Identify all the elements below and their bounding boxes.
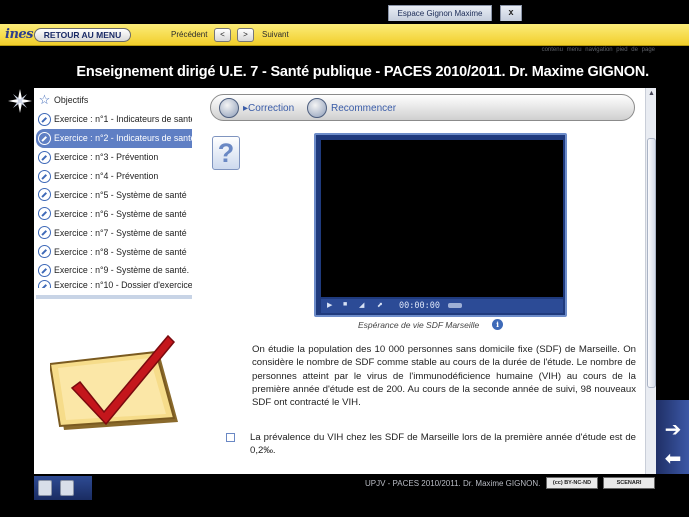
home-icon[interactable] <box>38 480 52 496</box>
correction-button[interactable]: ▸Correction <box>243 103 294 114</box>
outline-item-label: Exercice : n°5 - Système de santé <box>54 189 187 200</box>
answer-checkbox[interactable] <box>226 433 235 442</box>
close-tab-button[interactable]: x <box>500 5 522 21</box>
compass-icon <box>38 207 51 221</box>
outline-item-exercise-8[interactable]: Exercice : n°8 - Système de santé <box>36 242 192 261</box>
skip-links[interactable]: contenu menu navigation pied de page <box>542 47 655 53</box>
outline-item-label: Exercice : n°8 - Système de santé <box>54 246 187 257</box>
player-time: 00:00:00 <box>399 301 440 311</box>
star-icon: ☆ <box>38 91 51 107</box>
outline-item-exercise-2[interactable]: Exercice : n°2 - Indicateurs de santé <box>36 128 192 148</box>
outline-item-exercise-7[interactable]: Exercice : n°7 - Système de santé <box>36 223 192 242</box>
info-icon[interactable]: i <box>492 319 503 330</box>
compass-icon <box>38 245 51 259</box>
outline-item-exercise-1[interactable]: Exercice : n°1 - Indicateurs de santé <box>36 110 192 129</box>
scroll-up-icon[interactable]: ▲ <box>647 89 656 98</box>
volume-slider[interactable] <box>448 303 462 308</box>
outline-item-exercise-6[interactable]: Exercice : n°6 - Système de santé <box>36 204 192 223</box>
fullscreen-icon[interactable]: ⬈ <box>377 301 383 309</box>
exercise-statement: On étudie la population des 10 000 perso… <box>252 344 636 409</box>
outline-item-label: Exercice : n°3 - Prévention <box>54 152 159 163</box>
outline-item-label: Exercice : n°4 - Prévention <box>54 171 159 181</box>
outline-item-exercise-10[interactable]: Exercice : n°10 - Dossier d'exercice <box>36 279 192 288</box>
restart-icon[interactable] <box>307 98 327 118</box>
print-icon[interactable] <box>60 480 74 496</box>
compass-rose-icon <box>8 89 32 113</box>
scroll-thumb[interactable] <box>647 138 656 388</box>
outline-item-exercise-3[interactable]: Exercice : n°3 - Prévention <box>36 148 192 167</box>
back-to-menu-button[interactable]: RETOUR AU MENU <box>34 28 131 42</box>
outline-item-label: Exercice : n°9 - Système de santé. <box>54 265 190 276</box>
correction-label: Correction <box>248 103 295 114</box>
outline-item-objectifs[interactable]: ☆ Objectifs <box>36 91 192 110</box>
exercise-outline: ☆ Objectifs Exercice : n°1 - Indicateurs… <box>36 91 192 299</box>
outline-item-exercise-4[interactable]: Exercice : n°4 - Prévention <box>36 167 192 186</box>
volume-icon[interactable]: ◢ <box>359 301 364 309</box>
compass-icon <box>38 150 51 164</box>
outline-item-label: Exercice : n°6 - Système de santé <box>54 208 187 219</box>
outline-item-exercise-5[interactable]: Exercice : n°5 - Système de santé <box>36 185 192 204</box>
exercise-toolbar: ▸Correction Recommencer <box>210 94 635 121</box>
next-arrow-icon[interactable]: > <box>237 28 254 42</box>
next-label[interactable]: Suivant <box>262 30 289 39</box>
previous-page-arrow-icon[interactable]: ⬅ <box>657 448 689 472</box>
video-caption: Espérance de vie SDF Marseille <box>358 320 480 330</box>
checkmark-illustration <box>50 334 178 430</box>
page-title: Enseignement dirigé U.E. 7 - Santé publi… <box>76 64 649 80</box>
video-screen[interactable] <box>321 140 563 297</box>
scenari-badge[interactable]: SCENARI <box>603 477 655 489</box>
window-tab[interactable]: Espace Gignon Maxime <box>388 5 492 21</box>
correction-icon[interactable] <box>219 98 239 118</box>
stop-icon[interactable]: ■ <box>343 301 347 308</box>
question-mark-icon: ? <box>212 136 240 170</box>
outline-item-label: Exercice : n°10 - Dossier d'exercice <box>54 279 192 288</box>
answer-option[interactable]: La prévalence du VIH chez les SDF de Mar… <box>250 431 636 458</box>
compass-icon <box>38 263 51 277</box>
compass-icon <box>38 279 51 288</box>
compass-icon <box>38 131 51 145</box>
outline-item-label: Exercice : n°1 - Indicateurs de santé <box>54 114 192 125</box>
compass-icon <box>38 188 51 202</box>
outline-item-label: Objectifs <box>54 95 89 106</box>
player-controls: ▶ ■ ◢ ⬈ 00:00:00 <box>321 299 563 313</box>
top-navbar: ines RETOUR AU MENU Précédent < > Suivan… <box>0 24 689 46</box>
restart-button[interactable]: Recommencer <box>331 103 396 114</box>
compass-icon <box>38 226 51 240</box>
outline-item-exercise-9[interactable]: Exercice : n°9 - Système de santé. <box>36 261 192 280</box>
play-icon[interactable]: ▶ <box>327 301 332 309</box>
content-scrollbar[interactable]: ▲ <box>645 88 656 474</box>
compass-icon <box>38 169 51 183</box>
next-page-arrow-icon[interactable]: ➔ <box>657 419 689 443</box>
ines-logo: ines <box>5 27 33 42</box>
previous-arrow-icon[interactable]: < <box>214 28 231 42</box>
compass-icon <box>38 112 51 126</box>
outline-item-label: Exercice : n°2 - Indicateurs de santé <box>54 133 192 144</box>
video-player: ▶ ■ ◢ ⬈ 00:00:00 <box>314 133 567 317</box>
cc-license-badge[interactable]: (cc) BY-NC-ND <box>546 477 598 489</box>
window-titlebar: Espace Gignon Maxime x <box>0 0 689 24</box>
footer-credit: UPJV - PACES 2010/2011. Dr. Maxime GIGNO… <box>365 479 541 488</box>
outline-item-label: Exercice : n°7 - Système de santé <box>54 227 187 238</box>
previous-label[interactable]: Précédent <box>171 30 207 39</box>
